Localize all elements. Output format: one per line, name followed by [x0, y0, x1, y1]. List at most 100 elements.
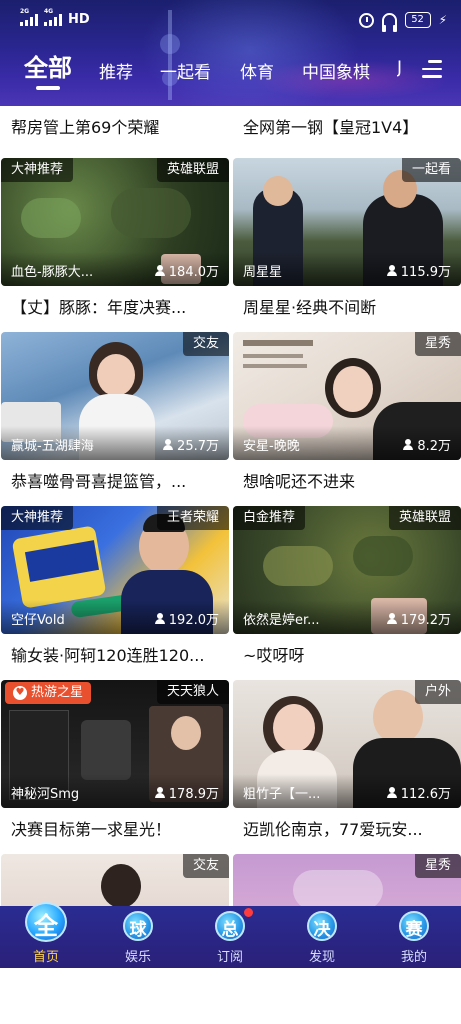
- stream-title: ~哎呀呀: [243, 646, 305, 665]
- viewer-count-text: 115.9万: [400, 265, 451, 280]
- stream-card[interactable]: 大神推荐 王者荣耀 空仔Vold 192.0万 输女装·阿轲120连胜120..…: [1, 506, 231, 678]
- nav-discover-label: 发现: [308, 950, 335, 965]
- subscribe-icon: 总: [212, 908, 248, 944]
- stream-card[interactable]: 全网第一钢【皇冠1V4】: [233, 106, 461, 150]
- viewer-count: 8.2万: [403, 435, 451, 454]
- nav-entertainment[interactable]: 球 娱乐: [92, 906, 184, 968]
- anchor-name: 周星星: [243, 265, 283, 280]
- category-tag: 英雄联盟: [388, 506, 461, 530]
- signal-2-tag: 4G: [44, 7, 54, 15]
- heart-icon: ♥: [13, 686, 27, 700]
- viewer-icon: [154, 613, 165, 624]
- recommend-tag: 大神推荐: [1, 506, 74, 530]
- stream-title: 帮房管上第69个荣耀: [11, 118, 160, 137]
- signal-1-tag: 2G: [20, 7, 30, 15]
- stream-card[interactable]: 大神推荐 英雄联盟 血色-豚豚大... 184.0万 【丈】豚豚：年度决赛...: [1, 158, 231, 330]
- viewer-count: 192.0万: [154, 609, 219, 628]
- category-tag: 交友: [182, 854, 229, 878]
- stream-title: 【丈】豚豚：年度决赛...: [11, 298, 187, 317]
- stream-thumbnail: 大神推荐 王者荣耀 空仔Vold 192.0万: [1, 506, 229, 634]
- stream-card[interactable]: 帮房管上第69个荣耀: [1, 106, 231, 150]
- stream-card[interactable]: 一起看 周星星 115.9万 周星星·经典不间断: [233, 158, 461, 330]
- bottom-navigation: 全 首页 球 娱乐 总 订阅 决 发现 赛 我的: [0, 902, 461, 968]
- signal-icon-2: 4G: [44, 8, 62, 26]
- top-header: 2G 4G HD 52 ⚡ 全部 推荐 一起看 体育 中国象棋 J: [0, 0, 461, 106]
- nav-subscribe-label: 订阅: [216, 950, 243, 965]
- anchor-name: 赢城-五湖肆海: [11, 439, 94, 454]
- viewer-icon: [386, 265, 397, 276]
- battery-indicator: 52: [404, 12, 431, 28]
- anchor-name: 依然是婷er...: [243, 613, 320, 628]
- tab-recommend[interactable]: 推荐: [99, 58, 133, 83]
- stream-thumbnail: 户外 粗竹子【一... 112.6万: [233, 680, 461, 808]
- stream-card[interactable]: 交友 赢城-五湖肆海 25.7万 恭喜噬骨哥喜提篮管，...: [1, 332, 231, 504]
- home-icon: 全: [22, 900, 70, 944]
- tab-chinese-chess[interactable]: 中国象棋: [302, 58, 370, 83]
- viewer-icon: [403, 439, 414, 450]
- category-tag: 王者荣耀: [156, 506, 229, 530]
- category-tag: 天天狼人: [156, 680, 229, 704]
- viewer-count-text: 25.7万: [177, 439, 219, 454]
- stream-card[interactable]: 白金推荐 英雄联盟 依然是婷er... 179.2万 ~哎呀呀: [233, 506, 461, 678]
- viewer-count: 184.0万: [154, 261, 219, 280]
- stream-feed: 帮房管上第69个荣耀 全网第一钢【皇冠1V4】 大神推荐 英雄联盟 血色-豚豚大…: [0, 106, 461, 906]
- menu-icon[interactable]: [422, 60, 442, 78]
- viewer-count-text: 8.2万: [417, 439, 451, 454]
- profile-icon: 赛: [396, 908, 432, 944]
- stream-card[interactable]: 星秀 安星-晚晚 8.2万 想啥呢还不进来: [233, 332, 461, 504]
- viewer-icon: [154, 787, 165, 798]
- hot-game-tag: ♥ 热游之星: [5, 682, 92, 704]
- home-icon-glyph: 全: [34, 912, 58, 940]
- nav-home[interactable]: 全 首页: [0, 902, 92, 968]
- stream-card[interactable]: 交友: [1, 854, 231, 906]
- hot-game-tag-label: 热游之星: [31, 685, 84, 700]
- anchor-name: 神秘河Smg: [11, 787, 80, 802]
- status-bar-left: 2G 4G HD: [20, 8, 90, 27]
- nav-home-label: 首页: [32, 950, 59, 965]
- category-tabs: 全部 推荐 一起看 体育 中国象棋 J: [0, 50, 461, 90]
- stream-title: 输女装·阿轲120连胜120...: [11, 646, 205, 665]
- stream-thumbnail: 大神推荐 英雄联盟 血色-豚豚大... 184.0万: [1, 158, 229, 286]
- headphones-icon: [381, 12, 397, 32]
- nav-discover[interactable]: 决 发现: [276, 906, 368, 968]
- tab-more-cutoff[interactable]: J: [397, 58, 405, 78]
- recommend-tag: 白金推荐: [233, 506, 306, 530]
- stream-title: 迈凯伦南京，77爱玩安...: [243, 820, 423, 839]
- category-tag: 户外: [414, 680, 461, 704]
- stream-card[interactable]: ♥ 热游之星 天天狼人 神秘河Smg 178.9万 决赛目标第一求星光！: [1, 680, 231, 852]
- viewer-count-text: 192.0万: [168, 613, 219, 628]
- stream-thumbnail: 一起看 周星星 115.9万: [233, 158, 461, 286]
- nav-subscribe[interactable]: 总 订阅: [184, 906, 276, 968]
- anchor-name: 血色-豚豚大...: [11, 265, 94, 280]
- anchor-name: 粗竹子【一...: [243, 787, 321, 802]
- viewer-icon: [386, 787, 397, 798]
- bottom-blank-area: [0, 968, 461, 1024]
- subscribe-icon-glyph: 总: [221, 920, 239, 940]
- stream-thumbnail: 交友 赢城-五湖肆海 25.7万: [1, 332, 229, 460]
- tab-all[interactable]: 全部: [24, 48, 72, 90]
- stream-title: 周星星·经典不间断: [243, 298, 377, 317]
- stream-thumbnail: 星秀 安星-晚晚 8.2万: [233, 332, 461, 460]
- stream-thumbnail: 交友: [1, 854, 229, 906]
- stream-title: 恭喜噬骨哥喜提篮管，...: [11, 472, 187, 491]
- viewer-icon: [386, 613, 397, 624]
- viewer-count: 178.9万: [154, 783, 219, 802]
- tab-sports[interactable]: 体育: [240, 58, 274, 83]
- nav-profile[interactable]: 赛 我的: [368, 906, 460, 968]
- charging-icon: ⚡: [438, 13, 447, 27]
- viewer-icon: [163, 439, 174, 450]
- viewer-count-text: 179.2万: [400, 613, 451, 628]
- status-bar-right: 52 ⚡: [358, 12, 447, 32]
- discover-icon: 决: [304, 908, 340, 944]
- viewer-count-text: 184.0万: [168, 265, 219, 280]
- viewer-count-text: 112.6万: [400, 787, 451, 802]
- stream-card[interactable]: 星秀: [233, 854, 461, 906]
- viewer-count: 112.6万: [386, 783, 451, 802]
- category-tag: 一起看: [401, 158, 461, 182]
- stream-title: 决赛目标第一求星光！: [11, 820, 172, 839]
- tab-watch-together[interactable]: 一起看: [160, 58, 211, 83]
- stream-card[interactable]: 户外 粗竹子【一... 112.6万 迈凯伦南京，77爱玩安...: [233, 680, 461, 852]
- stream-thumbnail: ♥ 热游之星 天天狼人 神秘河Smg 178.9万: [1, 680, 229, 808]
- anchor-name: 空仔Vold: [11, 613, 65, 628]
- alarm-icon: [358, 12, 374, 28]
